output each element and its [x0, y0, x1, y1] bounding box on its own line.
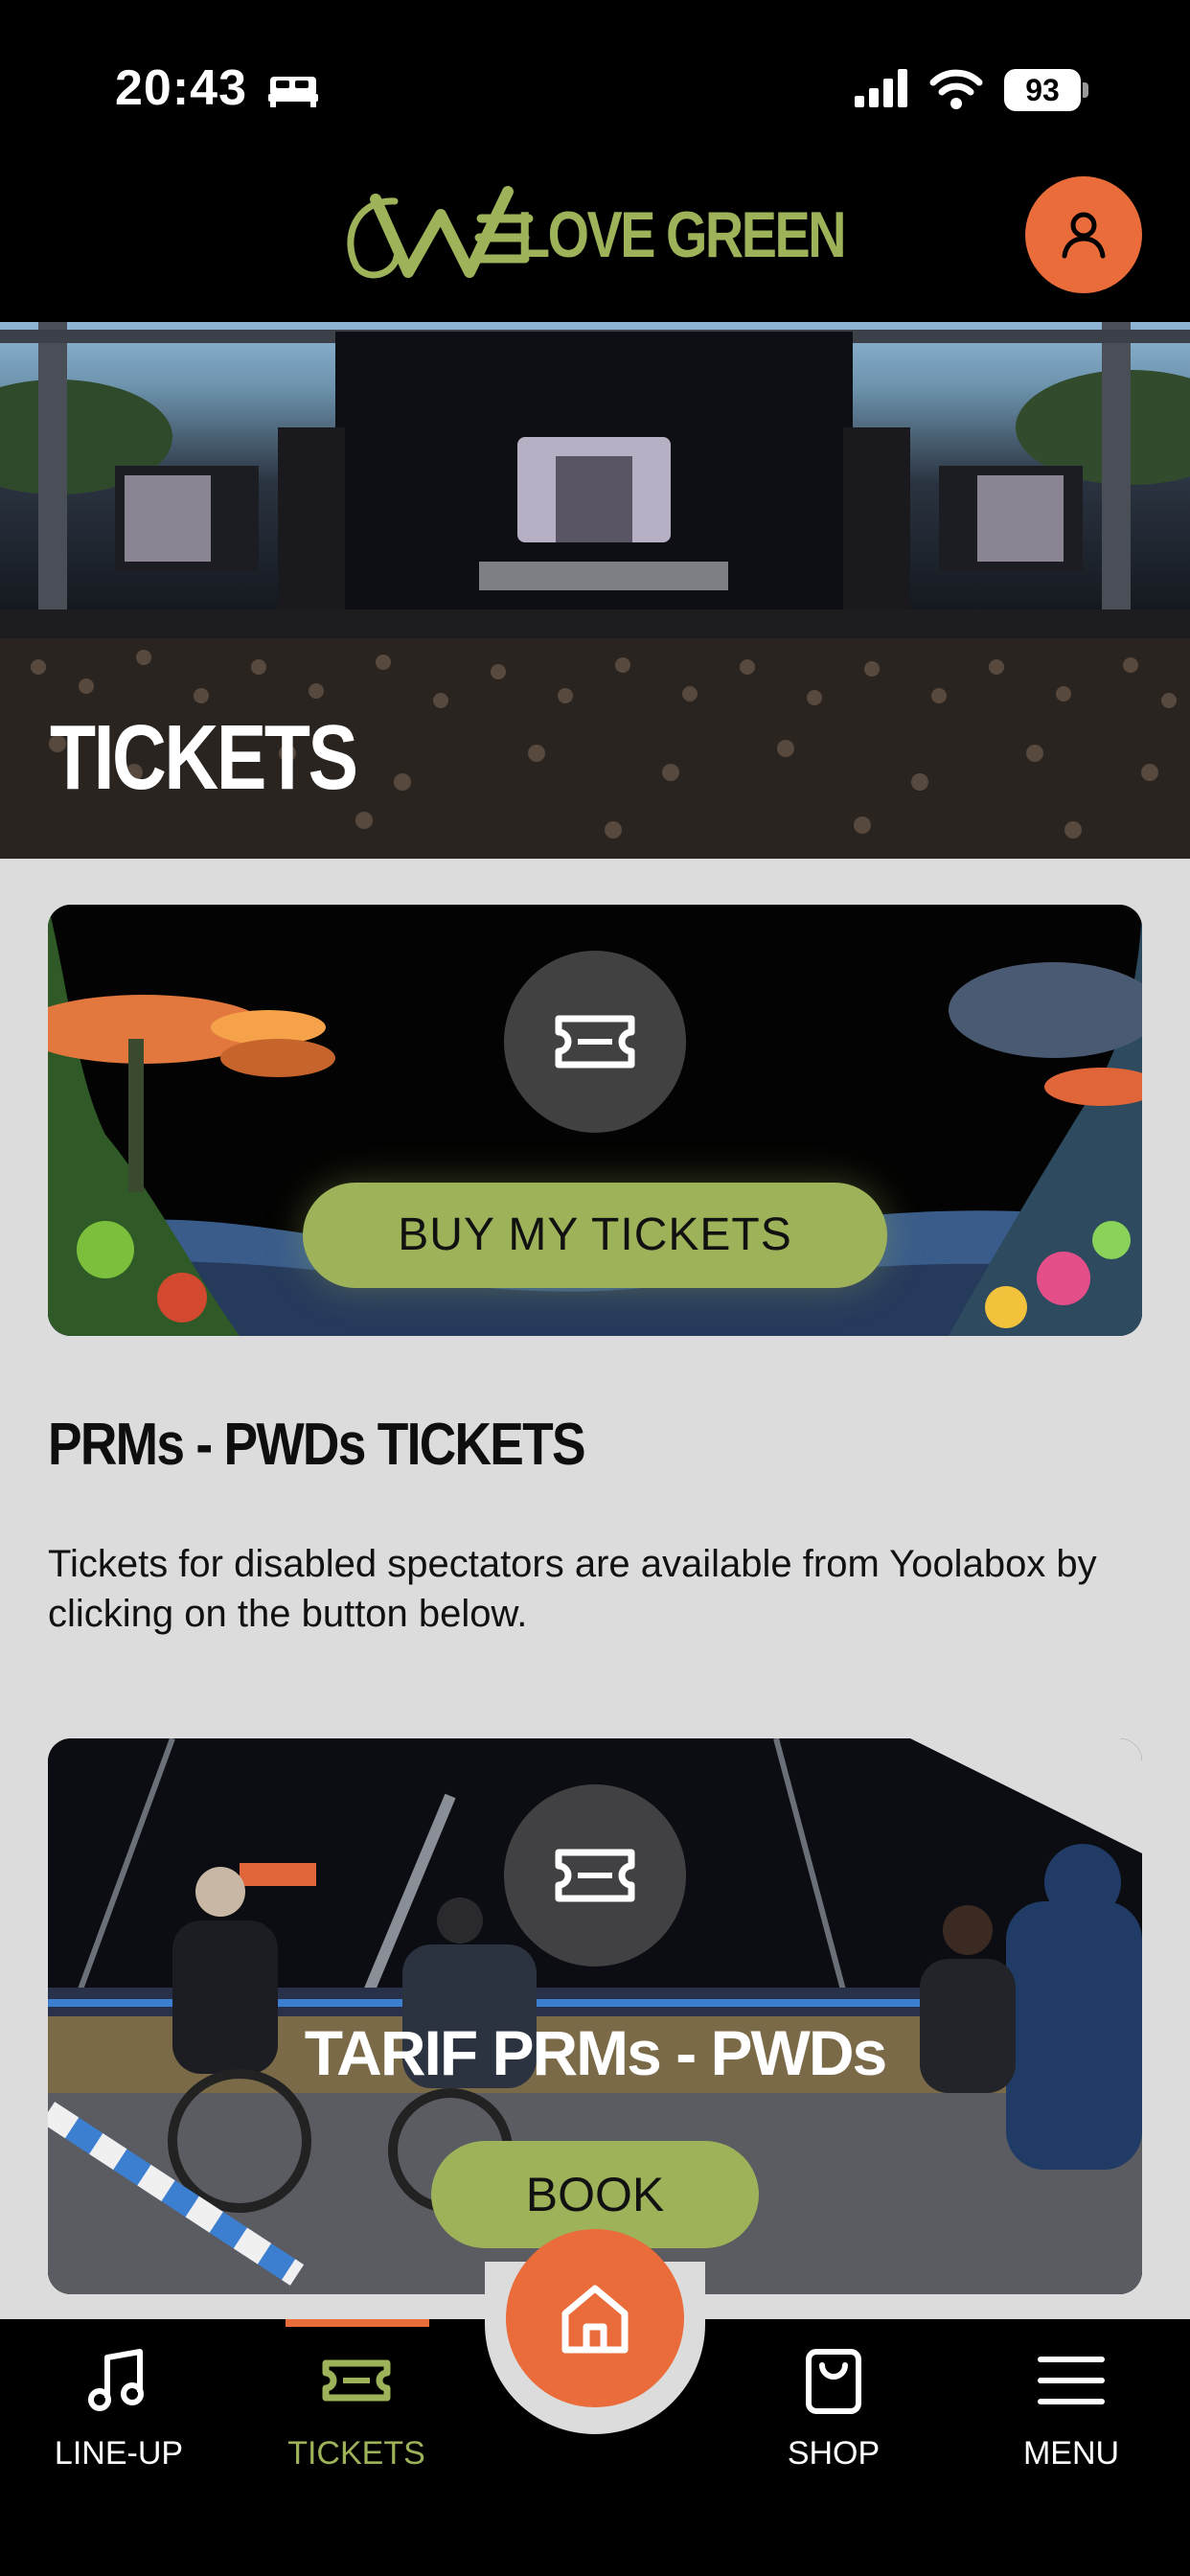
- nav-item-tickets[interactable]: TICKETS: [261, 2342, 452, 2472]
- ticket-icon: [555, 1849, 635, 1902]
- battery-nub: [1083, 82, 1088, 98]
- nav-label: LINE-UP: [54, 2435, 184, 2472]
- logo-text: LOVE GREEN: [517, 198, 846, 271]
- page-title: TICKETS: [50, 706, 358, 809]
- ticket-icon-circle: [504, 951, 686, 1133]
- nav-item-menu[interactable]: MENU: [975, 2342, 1167, 2472]
- wifi-icon: [929, 65, 983, 116]
- ticket-icon: [555, 1015, 635, 1069]
- logo-script-mark: [347, 186, 534, 279]
- buy-my-tickets-button[interactable]: BUY MY TICKETS: [303, 1183, 887, 1288]
- we-love-green-logo[interactable]: LOVE GREEN: [337, 180, 846, 286]
- user-icon: [1062, 212, 1106, 259]
- bed-icon: [266, 73, 320, 112]
- home-icon: [561, 2285, 629, 2354]
- active-tab-indicator: [286, 2319, 429, 2327]
- home-button[interactable]: [506, 2229, 684, 2407]
- nav-item-shop[interactable]: SHOP: [738, 2342, 929, 2472]
- ticket-icon-circle: [504, 1784, 686, 1966]
- battery-icon: 93: [1004, 69, 1081, 111]
- ticket-icon: [322, 2359, 391, 2402]
- prm-tickets-card[interactable]: TARIF PRMs - PWDs BOOK: [48, 1738, 1142, 2294]
- section-title: PRMs - PWDs TICKETS: [48, 1412, 586, 1478]
- hamburger-menu-icon: [1038, 2357, 1105, 2404]
- buy-tickets-card[interactable]: BUY MY TICKETS: [48, 905, 1142, 1336]
- shopping-bag-icon: [806, 2349, 861, 2414]
- content-area: BUY MY TICKETS PRMs - PWDs TICKETS Ticke…: [0, 859, 1190, 2325]
- nav-label: MENU: [1022, 2435, 1120, 2472]
- music-note-icon: [88, 2349, 144, 2411]
- nav-label: SHOP: [787, 2435, 881, 2472]
- nav-item-line-up[interactable]: LINE-UP: [23, 2342, 215, 2472]
- status-time: 20:43: [115, 60, 247, 116]
- hero-banner: TICKETS: [0, 322, 1190, 859]
- profile-button[interactable]: [1025, 176, 1142, 293]
- section-body: Tickets for disabled spectators are avai…: [48, 1543, 1097, 1635]
- status-bar: 20:43 93: [0, 0, 1190, 172]
- nav-label: TICKETS: [287, 2435, 425, 2472]
- signal-icon: [853, 67, 910, 114]
- prm-card-title: TARIF PRMs - PWDs: [304, 2017, 887, 2088]
